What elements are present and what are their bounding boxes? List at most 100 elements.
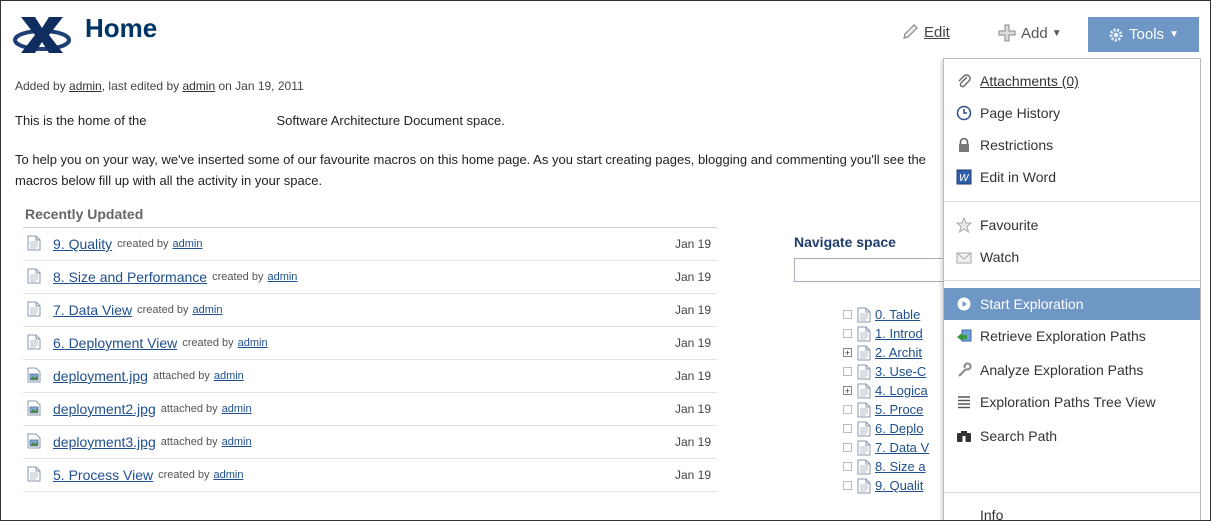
author-link[interactable]: admin — [69, 79, 102, 93]
recent-item-action: created by — [117, 238, 169, 250]
tree-item: +4. Logica — [843, 381, 929, 400]
page-icon — [857, 478, 871, 493]
recent-item-date: Jan 19 — [674, 303, 711, 317]
navigate-search-input[interactable] — [794, 258, 964, 282]
tree-item-link[interactable]: 5. Proce — [875, 402, 923, 417]
leaf-icon — [843, 481, 852, 490]
recent-item-user-link[interactable]: admin — [173, 238, 203, 250]
tree-item-link[interactable]: 6. Deplo — [875, 421, 923, 436]
chevron-down-icon: ▼ — [1051, 27, 1062, 39]
recent-item-link[interactable]: 6. Deployment View — [53, 335, 177, 351]
tree-item-link[interactable]: 8. Size a — [875, 459, 926, 474]
info-icon — [956, 507, 972, 520]
menu-item-watch[interactable]: Watch — [944, 241, 1200, 273]
binoculars-icon — [956, 428, 972, 444]
menu-item-retrieve-exploration-paths[interactable]: Retrieve Exploration Paths — [944, 320, 1200, 352]
edit-button[interactable]: Edit — [901, 23, 950, 41]
menu-item-label: Exploration Paths Tree View — [980, 394, 1156, 410]
row-icon-wrap — [27, 301, 41, 320]
recent-row: deployment3.jpg attached by admin Jan 19 — [23, 426, 717, 459]
recent-item-action: attached by — [152, 370, 210, 382]
menu-item-label: Edit in Word — [980, 169, 1056, 185]
recent-item-user-link[interactable]: admin — [238, 337, 268, 349]
menu-item-start-exploration[interactable]: Start Exploration — [944, 288, 1200, 320]
row-icon-wrap — [27, 268, 41, 287]
recent-item-user-link[interactable]: admin — [222, 403, 252, 415]
play-icon — [956, 296, 972, 312]
tree-item-link[interactable]: 3. Use-C — [875, 364, 926, 379]
tree-item-link[interactable]: 2. Archit — [875, 345, 922, 360]
menu-item-info[interactable]: Info — [944, 499, 1200, 521]
add-label: Add — [1021, 24, 1048, 42]
tree-item: +2. Archit — [843, 343, 929, 362]
retrieve-icon — [956, 328, 972, 344]
recent-item-user-link[interactable]: admin — [214, 370, 244, 382]
expand-icon[interactable]: + — [843, 386, 852, 396]
editor-link[interactable]: admin — [182, 79, 215, 93]
page-icon — [857, 345, 871, 360]
recent-item-user-link[interactable]: admin — [214, 469, 244, 481]
recent-item-date: Jan 19 — [674, 369, 711, 383]
recent-row: 8. Size and Performance created by admin Ja… — [23, 261, 717, 294]
menu-item-search-path[interactable]: Search Path — [944, 420, 1200, 452]
recent-item-link[interactable]: deployment3.jpg — [53, 434, 156, 450]
recent-item-link[interactable]: 5. Process View — [53, 467, 153, 483]
menu-item-edit-in-word[interactable]: W Edit in Word — [944, 161, 1200, 193]
row-icon-wrap — [27, 334, 41, 353]
page-icon — [857, 383, 871, 398]
list-icon — [956, 394, 972, 410]
recent-item-link[interactable]: 9. Quality — [53, 236, 112, 252]
tools-button[interactable]: Tools ▼ — [1088, 17, 1199, 52]
menu-item-label: Attachments (0) — [980, 73, 1079, 89]
recent-row: 9. Quality created by admin Jan 19 — [23, 228, 717, 261]
menu-item-favourite[interactable]: Favourite — [944, 209, 1200, 241]
page-icon — [857, 459, 871, 474]
menu-item-label: Retrieve Exploration Paths — [980, 328, 1146, 344]
row-icon-wrap — [27, 235, 41, 254]
menu-item-exploration-paths-tree-view[interactable]: Exploration Paths Tree View — [944, 386, 1200, 418]
recent-item-link[interactable]: deployment.jpg — [53, 368, 148, 384]
page-icon — [857, 440, 871, 455]
menu-item-label: Start Exploration — [980, 296, 1084, 312]
menu-item-label: Restrictions — [980, 137, 1054, 153]
add-button[interactable]: Add ▼ — [997, 23, 1062, 43]
tree-item-link[interactable]: 9. Qualit — [875, 478, 923, 493]
tree-item-link[interactable]: 7. Data V — [875, 440, 929, 455]
tree-item-link[interactable]: 1. Introd — [875, 326, 923, 341]
page-icon — [857, 307, 871, 322]
expand-icon[interactable]: + — [843, 348, 852, 358]
recent-item-user-link[interactable]: admin — [267, 271, 297, 283]
pencil-icon — [903, 24, 918, 39]
recent-item-link[interactable]: 8. Size and Performance — [53, 269, 207, 285]
recent-item-date: Jan 19 — [674, 468, 711, 482]
menu-separator — [944, 492, 1200, 493]
tree-item: 6. Deplo — [843, 419, 929, 438]
menu-item-restrictions[interactable]: Restrictions — [944, 129, 1200, 161]
menu-item-attachments-0[interactable]: Attachments (0) — [944, 65, 1200, 97]
recent-item-link[interactable]: 7. Data View — [53, 302, 132, 318]
recent-item-user-link[interactable]: admin — [222, 436, 252, 448]
page-title: Home — [85, 13, 158, 43]
menu-item-analyze-exploration-paths[interactable]: Analyze Exploration Paths — [944, 354, 1200, 386]
recent-item-link[interactable]: deployment2.jpg — [53, 401, 156, 417]
row-icon-wrap — [27, 466, 41, 485]
tree-item: 1. Introd — [843, 324, 929, 343]
recent-item-date: Jan 19 — [674, 435, 711, 449]
page-icon — [27, 268, 41, 283]
chevron-down-icon: ▼ — [1169, 29, 1179, 40]
recent-item-user-link[interactable]: admin — [193, 304, 223, 316]
image-icon — [27, 367, 41, 382]
row-icon-wrap — [27, 400, 41, 419]
page-icon — [857, 364, 871, 379]
menu-item-page-history[interactable]: Page History — [944, 97, 1200, 129]
menu-item-label: Info — [980, 507, 1004, 521]
leaf-icon — [843, 405, 852, 414]
history-icon — [956, 105, 972, 121]
leaf-icon — [843, 329, 852, 338]
tree-item-link[interactable]: 4. Logica — [875, 383, 928, 398]
tree-item-link[interactable]: 0. Table — [875, 307, 920, 322]
confluence-page: Home Edit Add ▼ Tools ▼ Added by admin, … — [0, 0, 1211, 521]
envelope-icon — [956, 249, 972, 265]
tree-item: 5. Proce — [843, 400, 929, 419]
recent-item-action: created by — [182, 337, 234, 349]
